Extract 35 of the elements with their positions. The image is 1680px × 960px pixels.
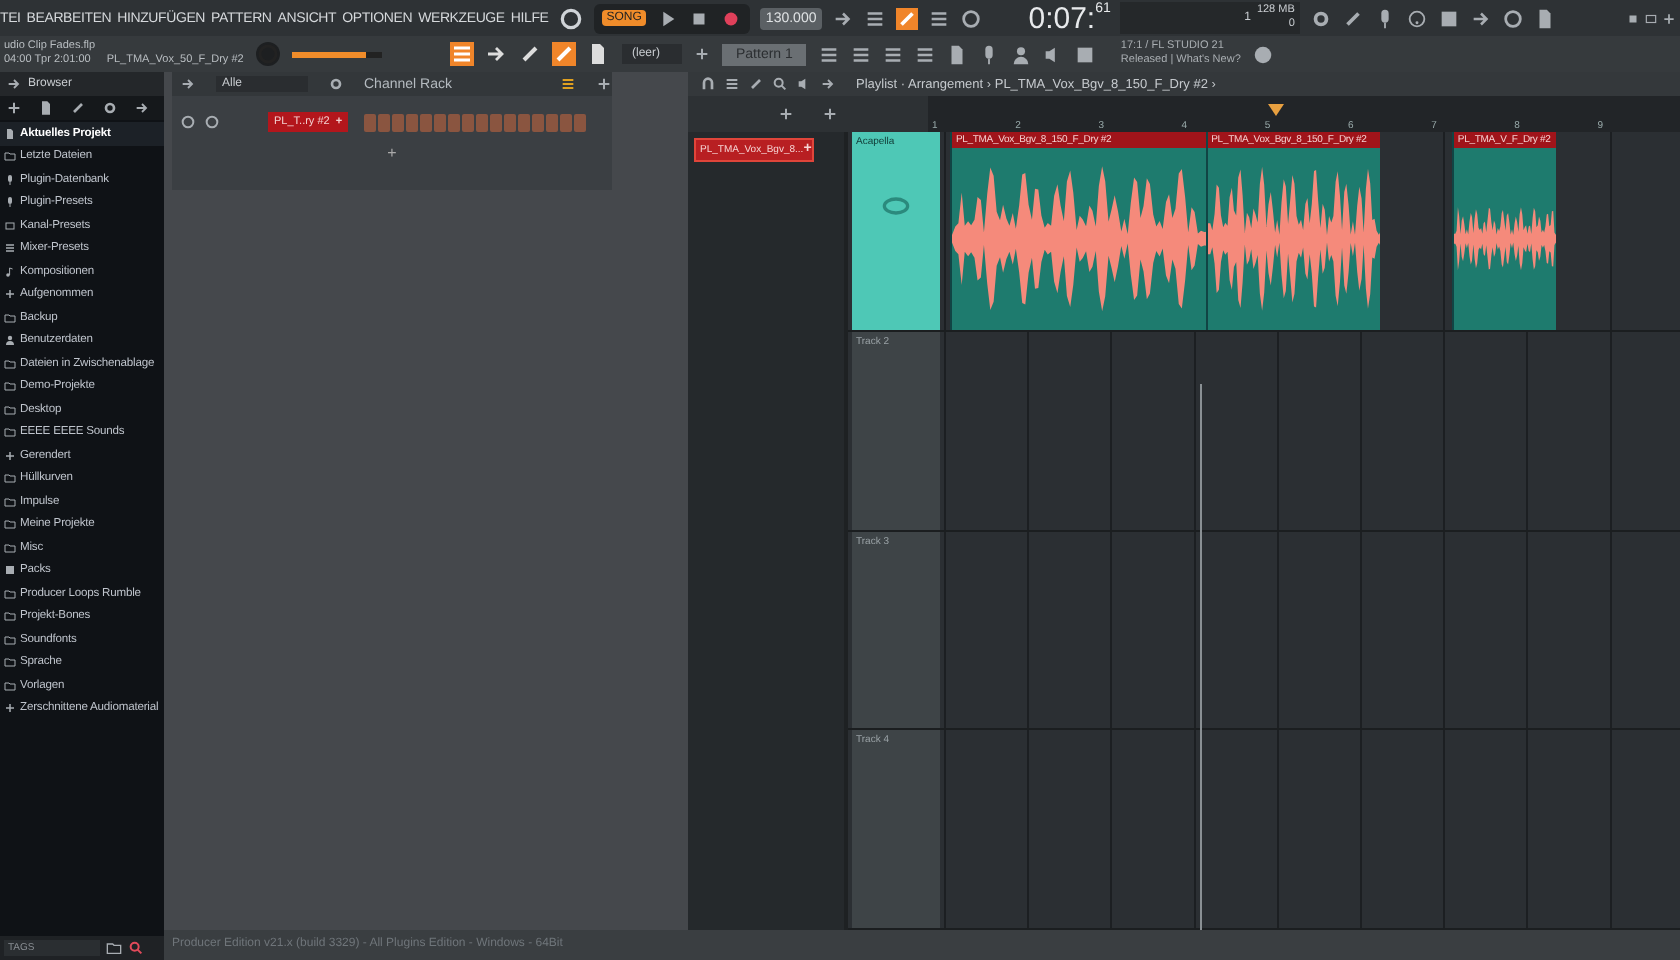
add-icon	[4, 449, 16, 462]
pattern-add-icon[interactable]	[694, 46, 710, 62]
add-icon[interactable]	[6, 100, 22, 116]
playhead-marker-icon[interactable]	[1268, 104, 1284, 116]
snap-icon[interactable]	[700, 76, 716, 92]
gear-icon[interactable]	[328, 76, 344, 92]
add-channel-button[interactable]: +	[387, 144, 397, 162]
folder-icon	[4, 150, 16, 163]
arrow-icon[interactable]	[180, 76, 196, 92]
record-button-icon[interactable]	[719, 7, 742, 29]
user-icon	[4, 334, 16, 347]
search-icon[interactable]	[128, 940, 144, 956]
note-icon	[4, 265, 16, 278]
master-volume-slider[interactable]	[292, 51, 382, 57]
add-icon[interactable]	[778, 106, 794, 122]
pan-knob-icon[interactable]	[180, 114, 196, 130]
arrow-icon[interactable]	[820, 76, 836, 92]
file-icon[interactable]	[38, 100, 54, 116]
gear-icon[interactable]	[102, 100, 118, 116]
save-icon[interactable]	[1438, 7, 1461, 29]
minimize-icon[interactable]	[1626, 11, 1640, 25]
file-icon[interactable]	[946, 43, 969, 65]
folder-icon	[4, 311, 16, 324]
waveform-drawing	[1453, 207, 1557, 271]
help-icon[interactable]	[1406, 7, 1429, 29]
add-icon	[4, 288, 16, 301]
song-time: 0:07:	[1028, 1, 1096, 35]
browser-arrow-icon[interactable]	[6, 76, 22, 92]
maximize-icon[interactable]	[1644, 11, 1658, 25]
globe-icon[interactable]	[1252, 43, 1275, 65]
zoom-icon[interactable]	[772, 76, 788, 92]
folder-icon[interactable]	[106, 940, 122, 956]
knob-icon[interactable]	[558, 5, 585, 31]
add-icon	[4, 702, 16, 715]
volume-knob-icon[interactable]	[204, 114, 220, 130]
